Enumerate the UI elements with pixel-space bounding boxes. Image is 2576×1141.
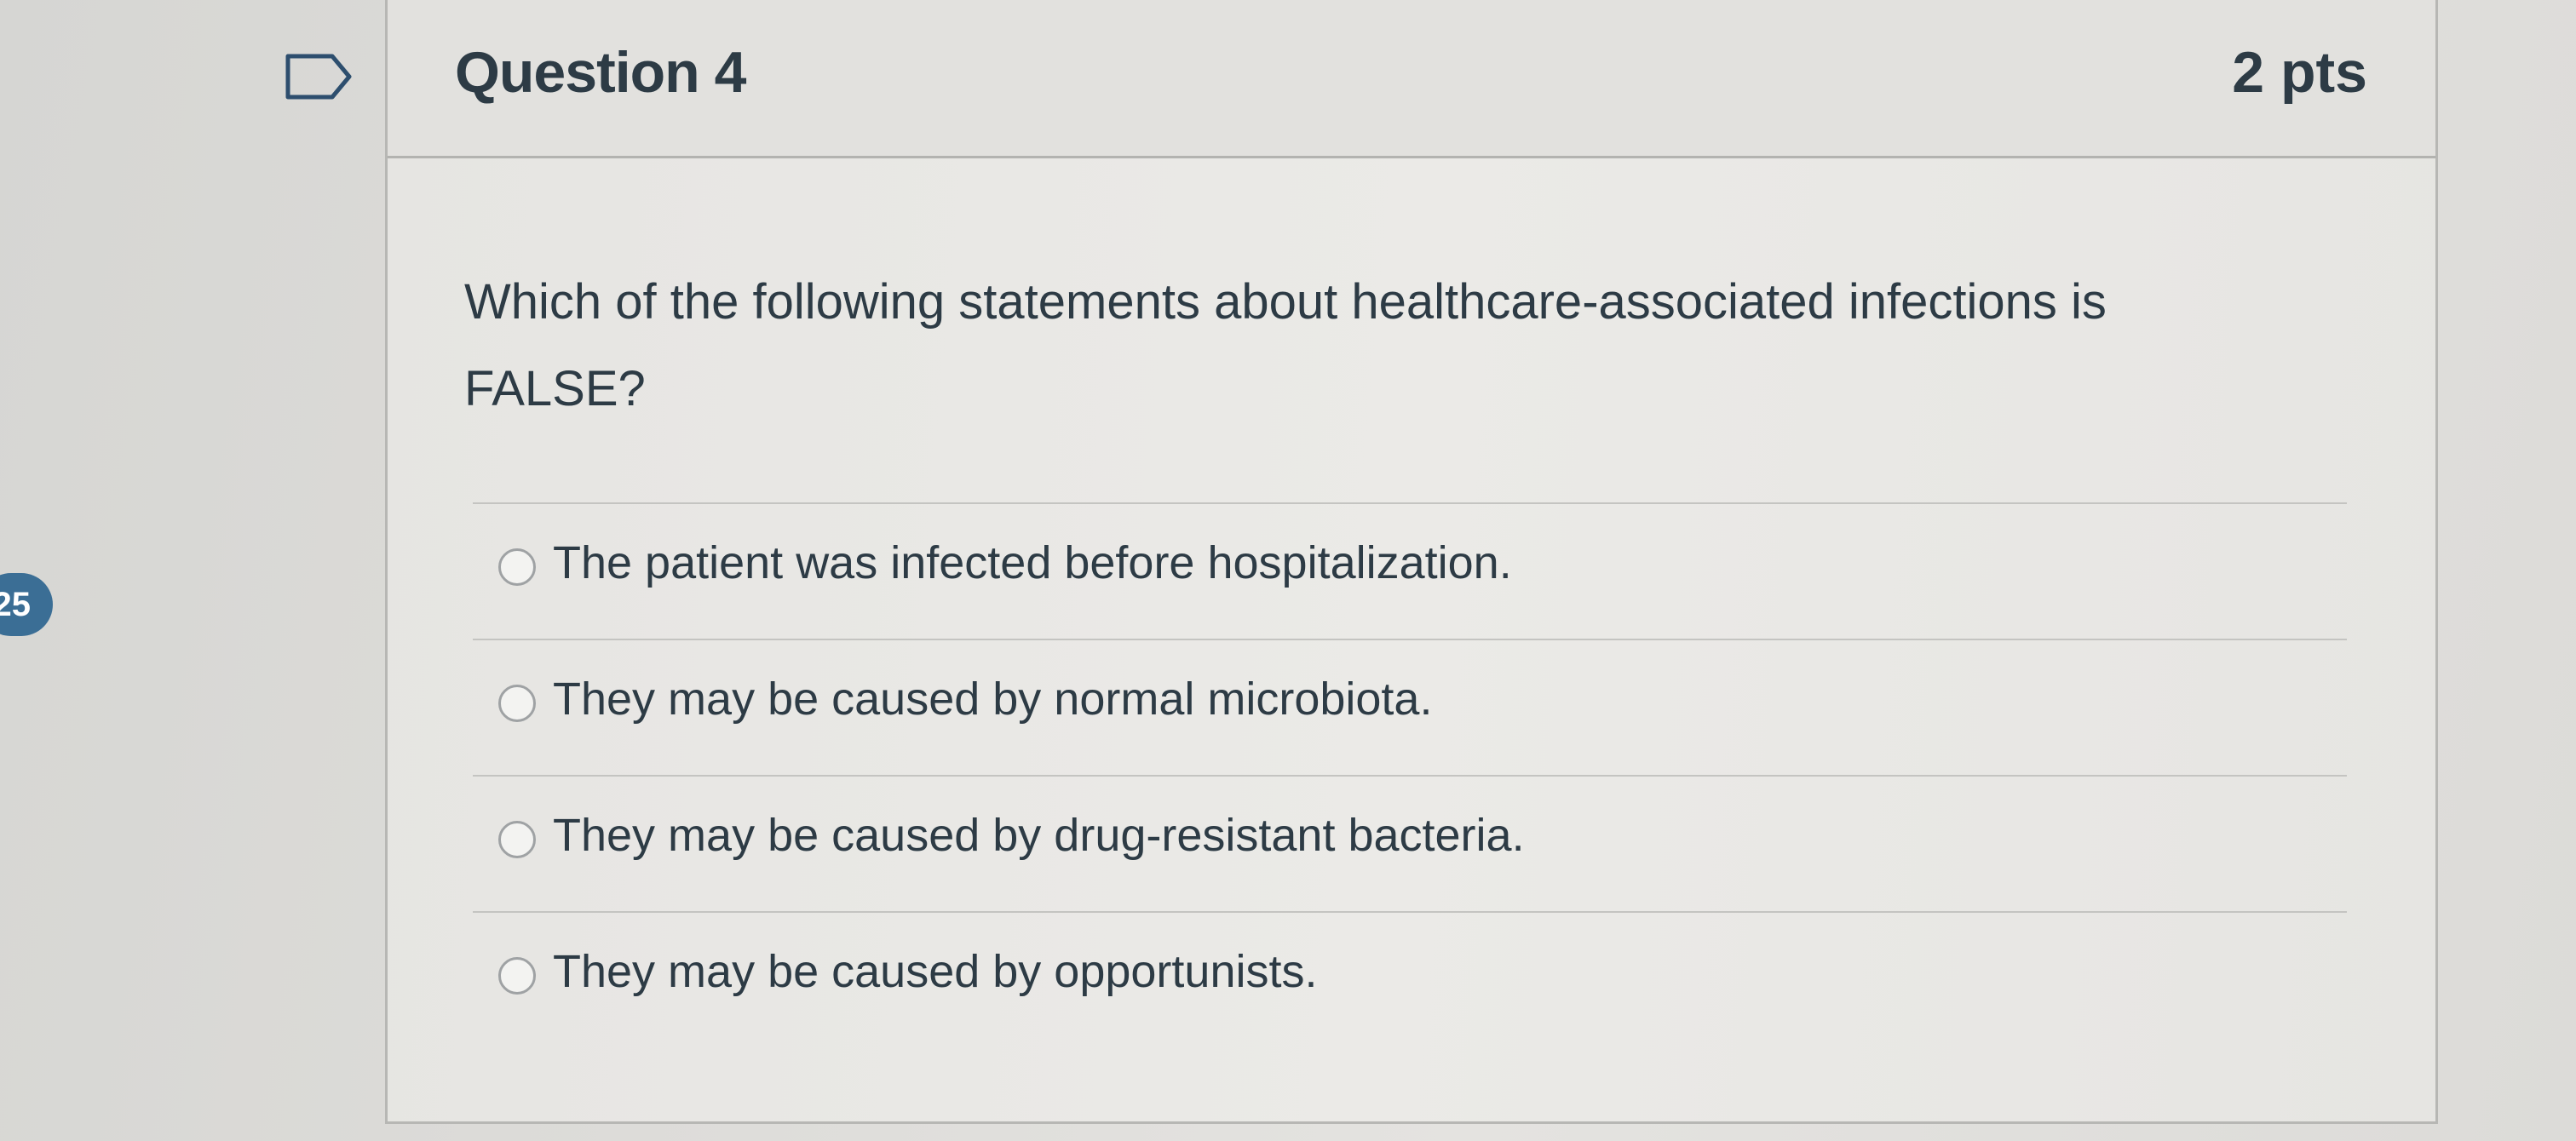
answer-option-label: They may be caused by normal microbiota. <box>553 674 1433 725</box>
answer-list: The patient was infected before hospital… <box>473 502 2347 1030</box>
answer-option-label: They may be caused by drug-resistant bac… <box>553 810 1525 861</box>
question-points: 2 pts <box>2232 40 2367 105</box>
answer-option-label: The patient was infected before hospital… <box>553 537 1512 588</box>
page-number-badge[interactable]: 25 <box>0 573 53 636</box>
radio-unselected-icon[interactable] <box>498 548 536 586</box>
radio-unselected-icon[interactable] <box>498 685 536 722</box>
answer-option-2[interactable]: They may be caused by normal microbiota. <box>473 639 2347 775</box>
question-title: Question 4 <box>455 40 746 105</box>
radio-unselected-icon[interactable] <box>498 957 536 995</box>
answer-option-3[interactable]: They may be caused by drug-resistant bac… <box>473 775 2347 911</box>
question-text: Which of the following statements about … <box>464 274 2107 416</box>
question-header: Question 4 2 pts <box>388 0 2435 158</box>
answer-option-label: They may be caused by opportunists. <box>553 946 1318 997</box>
question-card: Question 4 2 pts Which of the following … <box>385 0 2438 1124</box>
answer-option-4[interactable]: They may be caused by opportunists. <box>473 911 2347 1030</box>
answer-option-1[interactable]: The patient was infected before hospital… <box>473 502 2347 639</box>
radio-unselected-icon[interactable] <box>498 821 536 858</box>
flag-question-icon[interactable] <box>285 53 353 100</box>
